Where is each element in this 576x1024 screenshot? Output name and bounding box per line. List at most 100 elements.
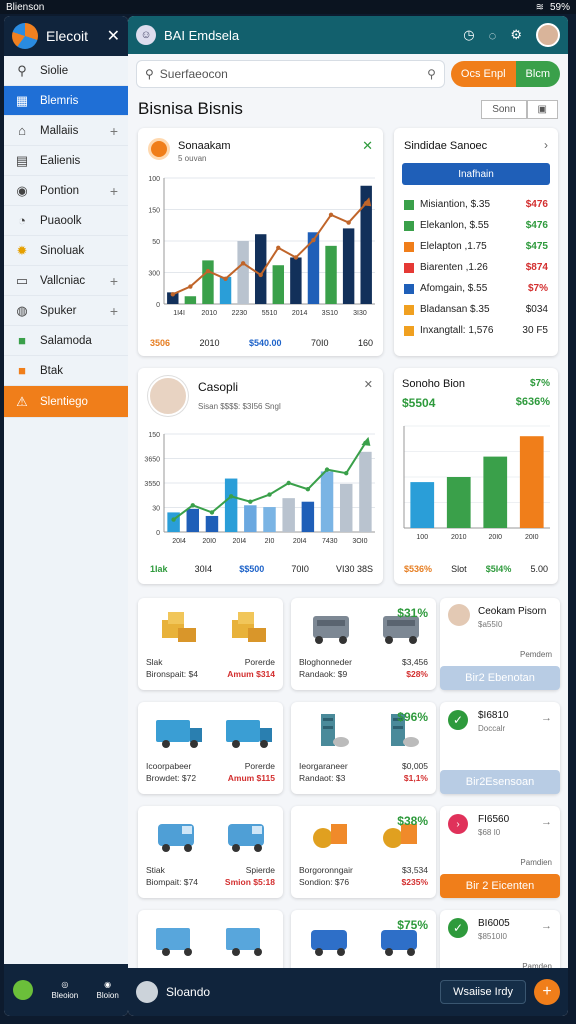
trend-point xyxy=(171,517,176,522)
sidebar-item-9[interactable]: ■ Salamoda xyxy=(4,326,128,356)
primary-action-button[interactable]: Ocs Enpl xyxy=(450,61,516,87)
sidebar-item-2[interactable]: ⌂ Mallaiis + xyxy=(4,116,128,146)
check-circle-icon: ✓ xyxy=(448,710,468,730)
profile-subtitle: $68 I0 xyxy=(478,828,501,837)
sidebar-item-1[interactable]: ▦ Blemris xyxy=(4,86,128,116)
main-panel: ☺ BAI Emdsela ◷ ◌ ⚙ ⚲ Suerfaeocon ⚲ Ocs … xyxy=(128,16,568,1016)
footer-stat: 1Iak xyxy=(150,564,168,574)
legend-label: Biarenten ,1.26 xyxy=(420,262,488,273)
expand-icon[interactable]: + xyxy=(110,273,118,289)
product-tag: Spierde xyxy=(245,865,275,875)
product-card[interactable]: Slak Bironspait: $4 Porerde Amum $314 xyxy=(138,598,283,690)
add-button[interactable]: + xyxy=(534,979,560,1005)
user-avatar[interactable] xyxy=(136,981,158,1003)
sidebar-item-6[interactable]: ✹ Sinoluak xyxy=(4,236,128,266)
profile-card[interactable]: ✓ $I6810 Doccalr → Bir2Esensoan xyxy=(440,702,560,794)
chevron-right-icon[interactable]: → xyxy=(541,712,552,724)
y-tick-label: 0 xyxy=(156,302,160,309)
expand-icon[interactable]: + xyxy=(110,303,118,319)
timer-icon[interactable]: ◷ xyxy=(463,27,474,43)
search-input[interactable]: ⚲ Suerfaeocon ⚲ xyxy=(136,60,445,88)
product-image xyxy=(232,612,266,642)
legend-swatch xyxy=(404,304,414,315)
legend-row[interactable]: Afomgain, $.55 $7% xyxy=(394,278,558,299)
user-icon[interactable]: ☺ xyxy=(136,25,156,45)
wishlist-button[interactable]: Wsaiise Irdy xyxy=(440,980,526,1004)
card-action-button[interactable]: Inafhain xyxy=(402,163,550,185)
card-value: $636% xyxy=(515,396,550,408)
expand-icon[interactable]: + xyxy=(110,183,118,199)
check-icon[interactable]: ✕ xyxy=(362,138,373,154)
chevron-right-icon[interactable]: › xyxy=(544,138,548,152)
chart-card-2: Casopli Sisan $$$$: $3I56 Sngl ✕ 150 3650… xyxy=(138,368,383,584)
bleoion-nav-button[interactable]: ◎ Bleoion xyxy=(52,980,79,1000)
legend-row[interactable]: Inxangtall: 1,576 30 F5 xyxy=(394,320,558,341)
sidebar-item-3[interactable]: ▤ Ealienis xyxy=(4,146,128,176)
sidebar-item-10[interactable]: ■ Btak xyxy=(4,356,128,386)
product-detail: Bironspait: $4 xyxy=(146,669,198,679)
chevron-right-icon[interactable]: → xyxy=(541,920,552,932)
product-card[interactable]: Stiak Biompait: $74 Spierde Smion $5:18 xyxy=(138,806,283,898)
filter-icon[interactable]: ▣ xyxy=(526,99,558,119)
card-cta-button[interactable]: Bir2 Ebenotan xyxy=(440,666,560,690)
sidebar-item-11[interactable]: ⚠ Slentiego xyxy=(4,386,128,418)
y-tick-label: 150 xyxy=(148,208,160,215)
home-nav-button[interactable] xyxy=(13,980,34,1000)
sidebar-item-4[interactable]: ◉ Pontion + xyxy=(4,176,128,206)
trend-point xyxy=(267,492,272,497)
x-tick-label: 20I4 xyxy=(293,538,307,545)
close-icon[interactable]: ✕ xyxy=(364,378,373,391)
profile-card[interactable]: Ceokam Pisorn $a55I0 Pemdem Bir2 Ebenota… xyxy=(440,598,560,690)
trend-line xyxy=(172,202,367,296)
sidebar-item-0[interactable]: ⚲ Siolie xyxy=(4,56,128,86)
legend-row[interactable]: Bladansan $.35 $034 xyxy=(394,299,558,320)
product-image xyxy=(156,928,192,956)
expand-icon[interactable]: + xyxy=(110,123,118,139)
close-icon[interactable]: ✕ xyxy=(107,26,120,46)
product-card[interactable]: $38% Borgoronngair Sondion: $76 $3,534 $23… xyxy=(291,806,436,898)
x-tick-label: 7430 xyxy=(322,538,338,545)
settings-icon[interactable]: ⚙ xyxy=(510,27,522,43)
person-avatar xyxy=(448,604,470,626)
clock-icon: ◔ xyxy=(18,213,26,228)
sidebar-item-label: Siolie xyxy=(40,64,69,77)
sidebar-item-7[interactable]: ▭ Vallcniac + xyxy=(4,266,128,296)
sidebar-item-5[interactable]: ◔ Puaoolk xyxy=(4,206,128,236)
card-cta-button[interactable]: Bir2Esensoan xyxy=(440,770,560,794)
notification-icon[interactable]: ◌ xyxy=(489,28,497,43)
product-card[interactable]: $96% Ieorgaraneer Randaot: $3 $0,005 $1,1% xyxy=(291,702,436,794)
product-detail: Browdet: $72 xyxy=(146,773,197,783)
sidebar: Elecoit ✕ ⚲ Siolie ▦ Blemris ⌂ Mallaiis + ▤ Eali… xyxy=(4,16,128,1016)
magnifier-icon[interactable]: ⚲ xyxy=(427,67,436,81)
nav-label: Bleoion xyxy=(51,991,79,1000)
bloion-nav-button[interactable]: ◉ Bloion xyxy=(97,980,119,1000)
secondary-action-button[interactable]: Blcm xyxy=(515,61,560,87)
x-tick-label: 2014 xyxy=(292,310,308,317)
legend-row[interactable]: Misiantion, $.35 $476 xyxy=(394,194,558,215)
profile-avatar[interactable] xyxy=(536,23,560,47)
legend-row[interactable]: Elekanlon, $.55 $476 xyxy=(394,215,558,236)
product-name: Ieorgaraneer xyxy=(299,761,348,771)
sort-button[interactable]: Sonn xyxy=(481,99,527,119)
product-image xyxy=(313,824,347,848)
product-detail: Sondion: $76 xyxy=(299,877,350,887)
bar xyxy=(519,436,544,528)
sidebar-item-label: Blemris xyxy=(40,94,79,107)
sidebar-item-8[interactable]: ◍ Spuker + xyxy=(4,296,128,326)
legend-row[interactable]: Biarenten ,1.26 $874 xyxy=(394,257,558,278)
product-price: Smion $5:18 xyxy=(224,877,275,887)
card-title: Sindidae Sanoec xyxy=(404,140,488,152)
product-image xyxy=(156,720,202,748)
card-cta-button[interactable]: Bir 2 Eicenten xyxy=(440,874,560,898)
profile-card[interactable]: › FI6560 $68 I0 → Pamdien Bir 2 Eicenten xyxy=(440,806,560,898)
legend-row[interactable]: Elelapton ,1.75 $475 xyxy=(394,236,558,257)
sidebar-item-label: Btak xyxy=(40,364,64,377)
legend-label: Misiantion, $.35 xyxy=(420,199,491,210)
search-icon: ⚲ xyxy=(145,67,154,81)
product-card[interactable]: $31% Bloghonneder Randaok: $9 $3,456 $28% xyxy=(291,598,436,690)
x-tick-label: 2230 xyxy=(232,310,248,317)
product-card[interactable]: Icoorpabeer Browdet: $72 Porerde Amum $115 xyxy=(138,702,283,794)
chevron-right-icon[interactable]: → xyxy=(541,816,552,828)
product-detail: Randaot: $3 xyxy=(299,773,346,783)
alert-icon: ◉ xyxy=(104,980,112,989)
